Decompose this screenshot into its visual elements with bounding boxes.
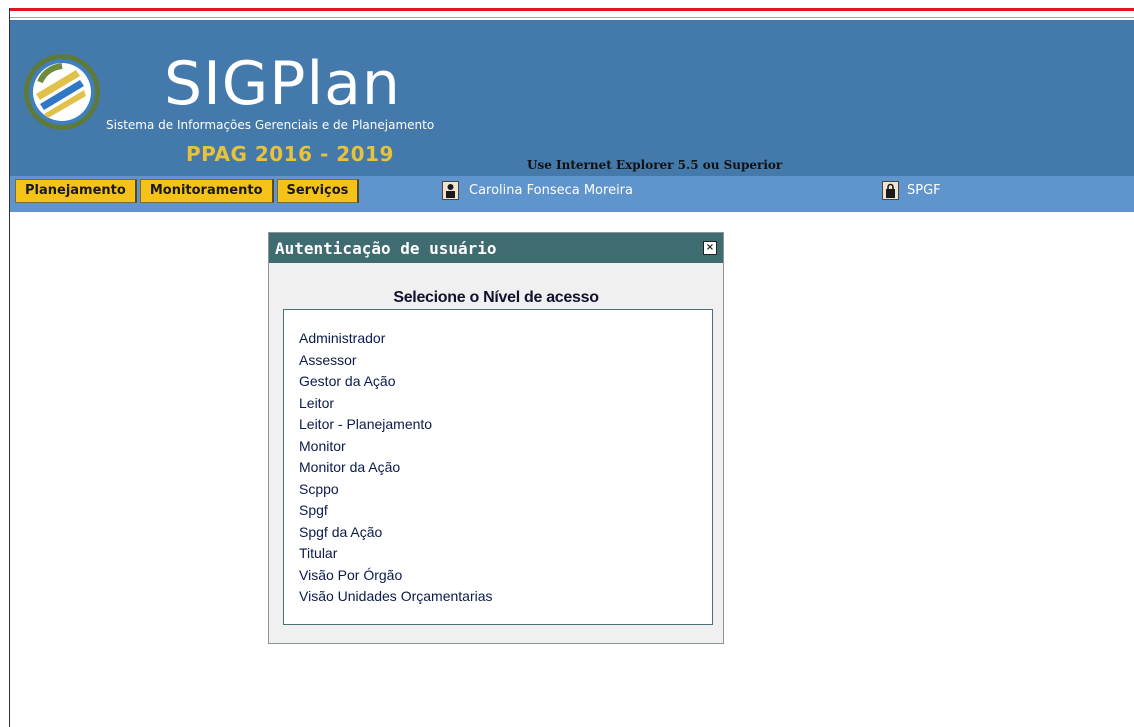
menu-bar: Planejamento Monitoramento Serviços Caro… bbox=[10, 176, 1134, 212]
brand-subtitle: Sistema de Informações Gerenciais e de P… bbox=[106, 118, 435, 132]
header-banner: SIGPlan Sistema de Informações Gerenciai… bbox=[10, 20, 1134, 176]
sigplan-logo-icon bbox=[24, 54, 100, 130]
org-name: SPGF bbox=[907, 183, 941, 198]
access-option-administrador[interactable]: Administrador bbox=[299, 328, 712, 350]
tab-monitoramento[interactable]: Monitoramento bbox=[139, 179, 274, 203]
access-option-titular[interactable]: Titular bbox=[299, 543, 712, 565]
dialog-title: Autenticação de usuário bbox=[275, 238, 497, 258]
access-option-gestor-da-acao[interactable]: Gestor da Ação bbox=[299, 371, 712, 393]
access-option-spgf-da-acao[interactable]: Spgf da Ação bbox=[299, 522, 712, 544]
access-option-leitor-planejamento[interactable]: Leitor - Planejamento bbox=[299, 414, 712, 436]
access-option-monitor[interactable]: Monitor bbox=[299, 436, 712, 458]
user-name: Carolina Fonseca Moreira bbox=[469, 183, 633, 198]
access-option-assessor[interactable]: Assessor bbox=[299, 350, 712, 372]
access-level-list-box: Administrador Assessor Gestor da Ação Le… bbox=[283, 309, 713, 625]
access-option-monitor-da-acao[interactable]: Monitor da Ação bbox=[299, 457, 712, 479]
brand-title: SIGPlan bbox=[164, 49, 401, 119]
access-option-leitor[interactable]: Leitor bbox=[299, 393, 712, 415]
tab-planejamento[interactable]: Planejamento bbox=[15, 179, 137, 203]
current-user: Carolina Fonseca Moreira bbox=[442, 181, 633, 200]
current-org: SPGF bbox=[882, 181, 941, 200]
lock-icon bbox=[882, 181, 899, 200]
tab-servicos[interactable]: Serviços bbox=[276, 179, 360, 203]
access-option-spgf[interactable]: Spgf bbox=[299, 500, 712, 522]
plan-period: PPAG 2016 - 2019 bbox=[186, 142, 394, 166]
access-option-visao-unidades-orcamentarias[interactable]: Visão Unidades Orçamentarias bbox=[299, 586, 712, 608]
top-red-line bbox=[9, 8, 1134, 11]
browser-note: Use Internet Explorer 5.5 ou Superior bbox=[527, 158, 783, 172]
access-option-scppo[interactable]: Scppo bbox=[299, 479, 712, 501]
dialog-title-bar: Autenticação de usuário × bbox=[269, 233, 723, 263]
close-icon[interactable]: × bbox=[703, 241, 717, 255]
access-level-list: Administrador Assessor Gestor da Ação Le… bbox=[284, 310, 712, 608]
access-option-visao-por-orgao[interactable]: Visão Por Órgão bbox=[299, 565, 712, 587]
auth-dialog: Autenticação de usuário × Selecione o Ní… bbox=[268, 232, 724, 644]
access-level-heading: Selecione o Nível de acesso bbox=[393, 289, 599, 306]
menu-tabs: Planejamento Monitoramento Serviços bbox=[15, 179, 360, 203]
top-divider bbox=[9, 17, 1134, 18]
user-icon bbox=[442, 181, 459, 200]
